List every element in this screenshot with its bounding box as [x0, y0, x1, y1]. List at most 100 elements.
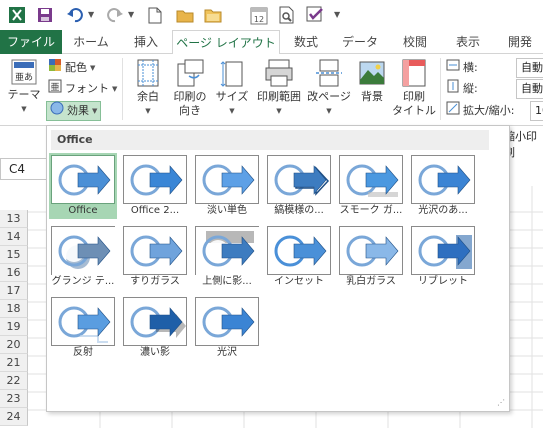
gallery-item-label: インセット — [274, 276, 324, 287]
colors-caret: ▼ — [90, 64, 96, 72]
effect-preview-icon — [123, 155, 187, 204]
fonts-icon: 亜 — [48, 79, 62, 100]
excel-icon[interactable] — [6, 4, 28, 26]
gallery-item-dark[interactable]: 濃い影 — [121, 295, 189, 361]
name-box[interactable]: C4 — [0, 158, 52, 180]
effect-preview-icon — [267, 155, 331, 204]
tab-review[interactable]: 校閲 — [388, 30, 442, 54]
gallery-item-topshadow[interactable]: 上側に影... — [193, 224, 261, 290]
undo-dropdown-icon[interactable]: ▼ — [88, 10, 94, 19]
gallery-item-frosted[interactable]: すりガラス — [121, 224, 189, 290]
width-icon — [446, 58, 460, 79]
calendar-icon[interactable]: 12 — [248, 4, 270, 26]
effect-preview-icon — [195, 155, 259, 204]
gallery-item-grunge[interactable]: グランジ テ... — [49, 224, 117, 290]
ribbon-separator — [440, 58, 441, 120]
gallery-item-glossy[interactable]: 光沢のあ... — [409, 153, 477, 219]
row-header[interactable]: 15 — [0, 246, 28, 264]
effect-preview-icon — [51, 226, 116, 276]
tab-file[interactable]: ファイル — [0, 30, 62, 54]
gallery-item-inset[interactable]: インセット — [265, 224, 333, 290]
breaks-caret: ▼ — [326, 107, 332, 115]
save-icon[interactable] — [34, 4, 56, 26]
breaks-button[interactable]: 改ページ ▼ — [306, 58, 352, 118]
margins-caret: ▼ — [145, 107, 151, 115]
print-titles-icon — [400, 58, 428, 88]
open-folder-icon[interactable] — [174, 4, 196, 26]
gallery-item-label: 反射 — [73, 347, 93, 358]
row-header[interactable]: 16 — [0, 264, 28, 282]
colors-button[interactable]: 配色 ▼ — [48, 58, 95, 78]
row-header[interactable]: 17 — [0, 282, 28, 300]
size-button[interactable]: サイズ ▼ — [212, 58, 252, 118]
breaks-icon — [314, 58, 344, 88]
row-header[interactable]: 23 — [0, 390, 28, 408]
tab-view[interactable]: 表示 — [442, 30, 494, 54]
resize-grip-icon[interactable]: ⋰ — [497, 398, 505, 407]
margins-button[interactable]: 余白 ▼ — [128, 58, 168, 118]
gallery-item-office2007[interactable]: Office 2... — [121, 153, 189, 219]
tab-page-layout[interactable]: ページ レイアウト — [172, 30, 280, 55]
theme-button[interactable]: 亜あ テーマ ▼ — [4, 58, 44, 116]
size-icon — [220, 58, 244, 88]
orientation-icon — [175, 58, 205, 88]
row-header[interactable]: 14 — [0, 228, 28, 246]
tab-developer[interactable]: 開発 — [494, 30, 543, 54]
fonts-button[interactable]: 亜 フォント ▼ — [48, 79, 117, 99]
tab-formulas[interactable]: 数式 — [280, 30, 332, 54]
gallery-item-banded[interactable]: 縞模様の... — [265, 153, 333, 219]
tab-data[interactable]: データ — [332, 30, 388, 54]
row-header[interactable]: 24 — [0, 408, 28, 426]
height-select[interactable]: 自動 — [516, 79, 543, 99]
scale-input[interactable]: 10 — [530, 101, 543, 121]
row-header[interactable]: 22 — [0, 372, 28, 390]
row-header[interactable]: 20 — [0, 336, 28, 354]
width-select[interactable]: 自動 — [516, 58, 543, 78]
background-label: 背景 — [361, 90, 383, 103]
orientation-label-1: 印刷の — [173, 90, 207, 103]
gallery-item-reflection[interactable]: 反射 — [49, 295, 117, 361]
effect-preview-icon — [267, 226, 331, 275]
height-label: 縦: — [463, 82, 478, 95]
effects-button[interactable]: 効果 ▼ — [46, 101, 102, 121]
print-area-button[interactable]: 印刷範囲 ▼ — [252, 58, 306, 118]
redo-dropdown-icon[interactable]: ▼ — [128, 10, 134, 19]
gallery-item-subtle[interactable]: 淡い単色 — [193, 153, 261, 219]
tab-insert[interactable]: 挿入 — [120, 30, 172, 54]
customize-icon[interactable]: ▼ — [334, 10, 340, 19]
gallery-item-gloss[interactable]: 光沢 — [193, 295, 261, 361]
row-header[interactable]: 13 — [0, 210, 28, 228]
orientation-button[interactable]: 印刷の 向き — [168, 58, 212, 118]
undo-icon[interactable] — [64, 4, 86, 26]
margins-label: 余白 — [137, 90, 159, 103]
margins-icon — [136, 58, 160, 88]
fonts-label: フォント — [65, 82, 109, 95]
row-header[interactable]: 21 — [0, 354, 28, 372]
gallery-item-riblet[interactable]: リブレット — [409, 224, 477, 290]
row-header[interactable]: 19 — [0, 318, 28, 336]
effect-preview-icon — [51, 297, 115, 346]
fonts-caret: ▼ — [112, 85, 118, 93]
colors-label: 配色 — [65, 61, 87, 74]
gallery-item-label: 乳白ガラス — [346, 276, 396, 287]
row-header[interactable]: 18 — [0, 300, 28, 318]
gallery-item-label: すりガラス — [130, 276, 180, 287]
folder-icon[interactable] — [202, 4, 224, 26]
gallery-title: Office — [51, 130, 489, 150]
check-icon[interactable] — [304, 4, 326, 26]
gallery-item-label: 上側に影... — [202, 276, 252, 287]
print-titles-button[interactable]: 印刷 タイトル — [392, 58, 436, 118]
scale-label: 拡大/縮小: — [463, 104, 515, 117]
gallery-item-office[interactable]: Office — [49, 153, 117, 219]
redo-icon[interactable] — [104, 4, 126, 26]
print-preview-icon[interactable] — [276, 4, 298, 26]
gallery-item-milky[interactable]: 乳白ガラス — [337, 224, 405, 290]
size-label: サイズ — [215, 90, 249, 103]
ribbon-page-layout: 亜あ テーマ ▼ 配色 ▼ 亜 フォント ▼ 効果 ▼ 余白 ▼ 印刷の 向き サイズ… — [0, 54, 543, 159]
tab-home[interactable]: ホーム — [62, 30, 120, 54]
calendar-day: 12 — [254, 15, 264, 24]
new-file-icon[interactable] — [144, 4, 166, 26]
gallery-item-label: 淡い単色 — [207, 205, 247, 216]
background-button[interactable]: 背景 — [354, 58, 390, 104]
gallery-item-smoky[interactable]: スモーク ガ... — [337, 153, 405, 219]
